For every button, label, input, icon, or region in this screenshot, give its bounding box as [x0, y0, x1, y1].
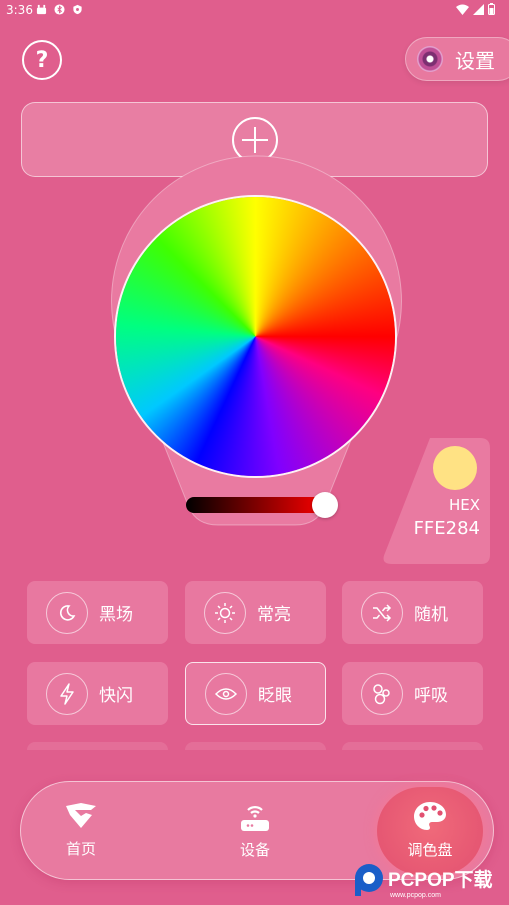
mode-label: 快闪 [99, 686, 133, 706]
mode-button-black[interactable]: 黑场 [27, 581, 168, 644]
mode-button-flash[interactable]: 快闪 [27, 662, 168, 725]
nav-label: 首页 [65, 840, 96, 858]
home-logo-icon [66, 803, 96, 828]
bubbles-icon [361, 672, 403, 715]
sun-icon [204, 591, 246, 634]
svg-text:www.pcpop.com: www.pcpop.com [389, 892, 441, 899]
pcpop-watermark-logo: PCPOP下载 www.pcpop.com [355, 864, 493, 899]
mode-button-steady[interactable]: 常亮 [185, 581, 326, 644]
mode-button-partial[interactable] [27, 742, 168, 750]
color-wheel[interactable] [116, 197, 395, 476]
mode-button-blink[interactable]: 眨眼 [185, 662, 326, 725]
mode-button-partial[interactable] [185, 742, 326, 750]
nav-label: 调色盘 [407, 841, 453, 859]
svg-text:PCPOP下载: PCPOP下载 [388, 868, 493, 891]
router-icon [241, 806, 269, 831]
shuffle-icon [361, 591, 403, 634]
mode-label: 随机 [414, 605, 448, 625]
hex-value: FFE284 [413, 518, 480, 539]
lightning-icon [46, 672, 88, 715]
nav-item-home[interactable]: 首页 [31, 781, 131, 880]
moon-icon [46, 591, 88, 634]
mode-button-breathe[interactable]: 呼吸 [342, 662, 483, 725]
brightness-slider-track[interactable] [186, 497, 328, 513]
eye-icon [205, 672, 247, 715]
mode-label: 呼吸 [414, 686, 448, 706]
mode-button-partial[interactable] [342, 742, 483, 750]
nav-item-device[interactable]: 设备 [205, 781, 305, 880]
mode-label: 常亮 [257, 605, 291, 625]
color-swatch [433, 446, 477, 490]
nav-label: 设备 [239, 841, 270, 859]
hex-label: HEX [448, 496, 480, 514]
palette-icon [414, 802, 446, 830]
mode-label: 黑场 [99, 605, 133, 625]
mode-label: 眨眼 [258, 686, 292, 706]
mode-button-random[interactable]: 随机 [342, 581, 483, 644]
brightness-slider-thumb[interactable] [312, 492, 338, 518]
